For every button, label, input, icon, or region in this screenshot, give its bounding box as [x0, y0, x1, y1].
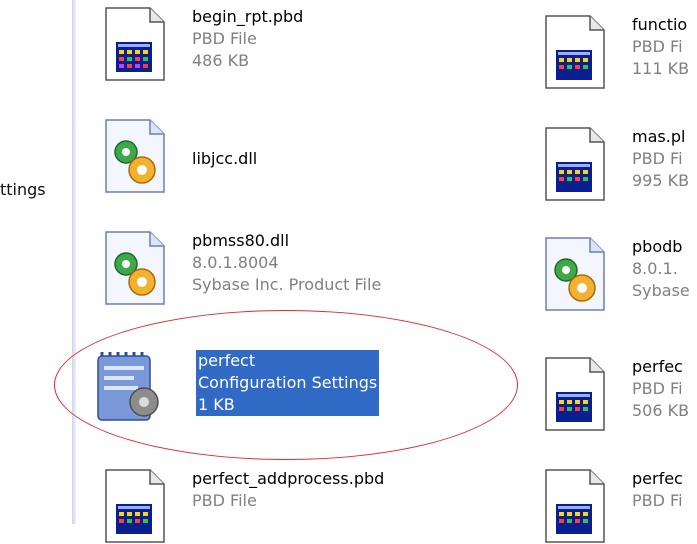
file-size: 486 KB: [192, 51, 250, 70]
file-version: 8.0.1.: [632, 259, 678, 278]
file-name: pbodb: [632, 237, 683, 256]
file-size: 1 KB: [198, 395, 235, 414]
dll-gear-icon: [100, 118, 170, 194]
file-version: 8.0.1.8004: [192, 253, 279, 272]
file-size: 111 KB: [632, 59, 690, 78]
config-settings-icon: [92, 350, 162, 426]
dll-gear-icon: [100, 230, 170, 306]
left-pane: ttings: [0, 0, 72, 524]
file-size: 995 KB: [632, 171, 690, 190]
file-size: 506 KB: [632, 401, 690, 420]
pane-divider[interactable]: [72, 0, 76, 524]
file-name: libjcc.dll: [192, 149, 258, 168]
selection-highlight: perfect Configuration Settings 1 KB: [196, 350, 380, 416]
file-type: Configuration Settings: [198, 373, 378, 392]
file-name: functio: [632, 15, 688, 34]
file-type: PBD File: [192, 29, 257, 48]
file-name: perfect_addprocess.pbd: [192, 469, 385, 488]
pbd-file-icon: [540, 356, 610, 432]
file-name: mas.pl: [632, 127, 686, 146]
dll-gear-icon: [540, 236, 610, 312]
sidebar-partial-label[interactable]: ttings: [0, 180, 46, 199]
file-name: pbmss80.dll: [192, 231, 290, 250]
pbd-file-icon: [540, 14, 610, 90]
file-type: PBD Fi: [632, 37, 683, 56]
pbd-file-icon: [100, 468, 170, 544]
file-type: PBD Fi: [632, 149, 683, 168]
pbd-file-icon: [540, 126, 610, 202]
file-type: PBD Fi: [632, 379, 683, 398]
pbd-file-icon: [100, 6, 170, 82]
file-type: PBD Fi: [632, 491, 683, 510]
file-description: Sybase Inc. Product File: [192, 275, 382, 294]
file-description: Sybase: [632, 281, 690, 300]
file-name: perfec: [632, 357, 683, 376]
pbd-file-icon: [540, 468, 610, 544]
file-name: perfec: [632, 469, 683, 488]
file-name: perfect: [198, 351, 256, 370]
file-type: PBD File: [192, 491, 257, 510]
file-name: begin_rpt.pbd: [192, 7, 304, 26]
